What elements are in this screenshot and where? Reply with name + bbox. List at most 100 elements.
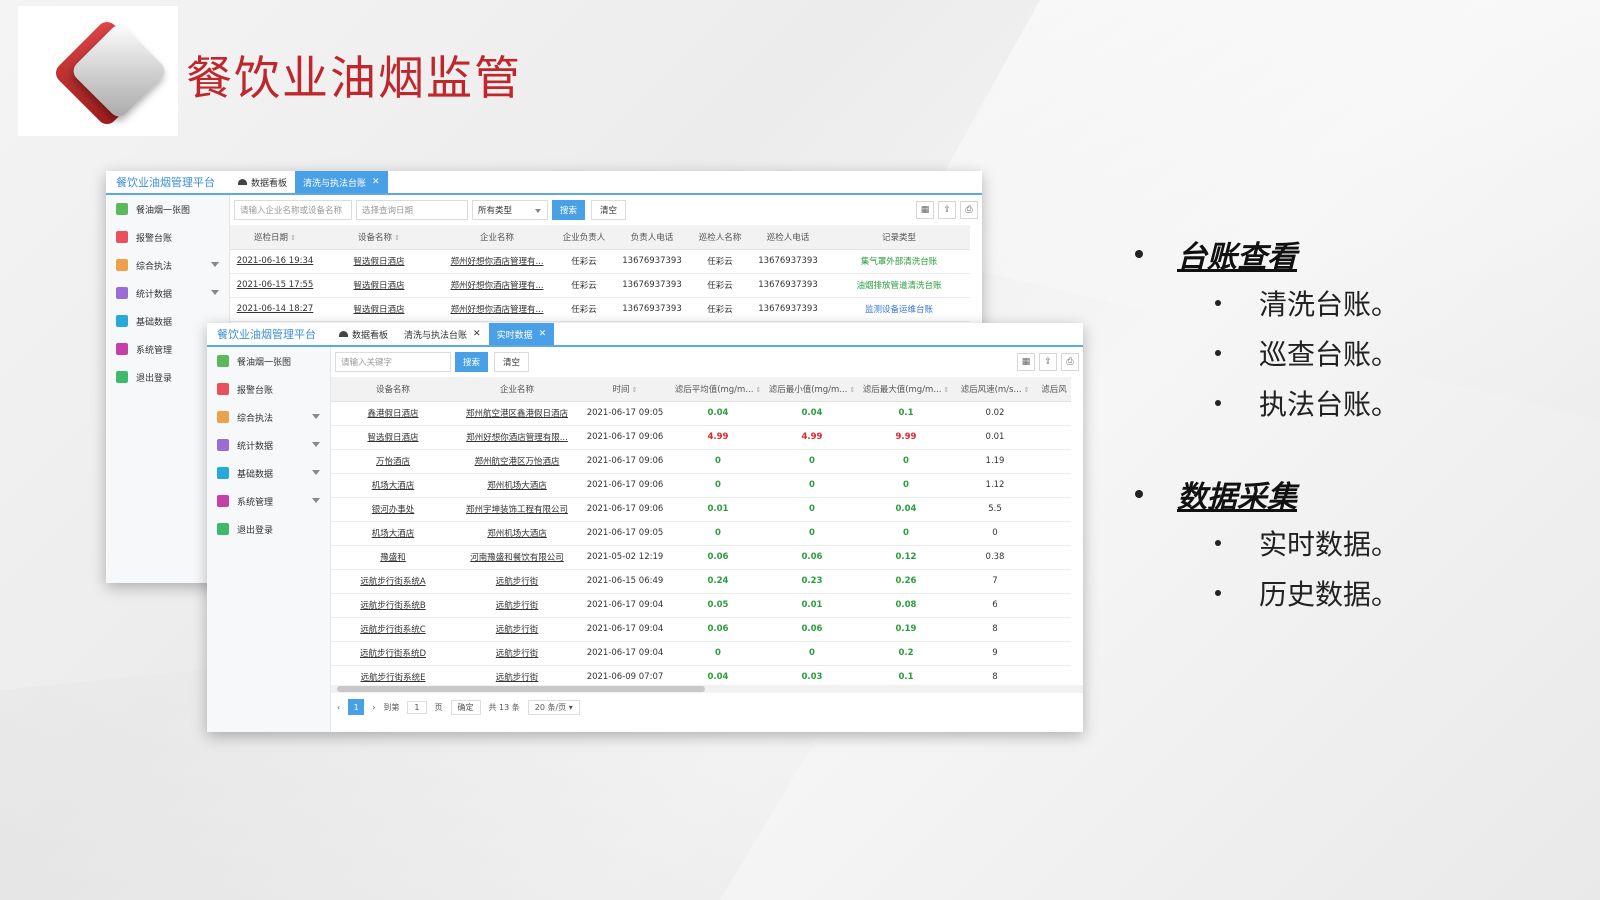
column-header[interactable]: 滤后风 bbox=[1037, 377, 1071, 402]
table-cell[interactable]: 郑州好想你酒店管理有... bbox=[438, 297, 556, 322]
export-icon[interactable]: ⇪ bbox=[938, 201, 956, 219]
table-cell[interactable]: 远航步行街 bbox=[455, 617, 579, 642]
table-cell[interactable]: 郑州好想你酒店管理有... bbox=[438, 273, 556, 298]
table-cell[interactable]: 郑州好想你酒店管理有... bbox=[438, 249, 556, 274]
table-row[interactable]: 机场大酒店 郑州机场大酒店 2021-06-17 09:05 0 0 0 0 bbox=[331, 521, 1071, 546]
platform-brand[interactable]: 餐饮业油烟管理平台 bbox=[207, 323, 331, 345]
sort-icon[interactable]: ⇕ bbox=[849, 386, 855, 394]
table-row[interactable]: 远航步行街系统C 远航步行街 2021-06-17 09:04 0.06 0.06 0.1… bbox=[331, 617, 1071, 642]
table-row[interactable]: 机场大酒店 郑州机场大酒店 2021-06-17 09:06 0 0 0 1.12 bbox=[331, 473, 1071, 498]
horizontal-scrollbar[interactable] bbox=[331, 685, 1083, 693]
export-icon[interactable]: ⇪ bbox=[1039, 353, 1057, 371]
prev-page-icon[interactable]: ‹ bbox=[337, 703, 340, 712]
table-row[interactable]: 远航步行街系统B 远航步行街 2021-06-17 09:04 0.05 0.01 0.0… bbox=[331, 593, 1071, 618]
print-icon[interactable]: ⎙ bbox=[960, 201, 978, 219]
table-cell[interactable]: 2021-06-15 17:55 bbox=[230, 273, 320, 298]
table-cell[interactable]: 万怡酒店 bbox=[331, 449, 455, 474]
table-cell[interactable]: 油烟排放管道清洗台账 bbox=[828, 273, 970, 298]
table-cell[interactable]: 远航步行街 bbox=[455, 569, 579, 594]
table-row[interactable]: 远航步行街系统A 远航步行街 2021-06-15 06:49 0.24 0.23 0.2… bbox=[331, 569, 1071, 594]
page-size-select[interactable]: 20 条/页 ▾ bbox=[527, 699, 580, 715]
table-cell[interactable]: 监测设备运维台账 bbox=[828, 297, 970, 322]
sidebar-item[interactable]: 报警台账 bbox=[207, 375, 330, 403]
column-header[interactable]: 负责人电话 bbox=[612, 225, 692, 250]
close-icon[interactable]: ✕ bbox=[539, 329, 547, 339]
table-row[interactable]: 2021-06-14 18:27 智选假日酒店 郑州好想你酒店管理有... 任彩云 13… bbox=[230, 297, 970, 322]
column-header[interactable]: 记录类型 bbox=[828, 225, 970, 250]
confirm-page-button[interactable]: 确定 bbox=[450, 699, 481, 715]
sidebar-item[interactable]: 餐油烟一张图 bbox=[106, 195, 229, 223]
table-cell[interactable]: 智选假日酒店 bbox=[320, 273, 438, 298]
table-cell[interactable]: 郑州机场大酒店 bbox=[455, 521, 579, 546]
sort-icon[interactable]: ⇕ bbox=[290, 234, 296, 242]
table-cell[interactable]: 郑州航空港区鑫港假日酒店 bbox=[455, 401, 579, 426]
table-cell[interactable]: 机场大酒店 bbox=[331, 521, 455, 546]
column-header[interactable]: 滤后最小值(mg/m... ⇕ bbox=[765, 377, 859, 402]
column-header[interactable]: 设备名称 ⇕ bbox=[320, 225, 438, 250]
tab-ledger[interactable]: 清洗与执法台账 ✕ bbox=[295, 171, 388, 193]
page-current[interactable]: 1 bbox=[348, 699, 365, 715]
print-icon[interactable]: ⎙ bbox=[1061, 353, 1079, 371]
table-row[interactable]: 2021-06-15 17:55 智选假日酒店 郑州好想你酒店管理有... 任彩云 13… bbox=[230, 273, 970, 298]
page-number-input[interactable]: 1 bbox=[407, 700, 427, 714]
table-cell[interactable]: 豫盛和 bbox=[331, 545, 455, 570]
table-cell[interactable]: 郑州好想你酒店管理有限... bbox=[455, 425, 579, 450]
column-header[interactable]: 巡检日期 ⇕ bbox=[230, 225, 320, 250]
company-search-input[interactable]: 请输入企业名称或设备名称 bbox=[234, 200, 352, 220]
columns-icon[interactable]: ▦ bbox=[916, 201, 934, 219]
table-cell[interactable]: 河南豫盛和餐饮有限公司 bbox=[455, 545, 579, 570]
table-cell[interactable]: 远航步行街 bbox=[455, 641, 579, 666]
table-cell[interactable]: 集气罩外部清洗台账 bbox=[828, 249, 970, 274]
table-cell[interactable]: 郑州机场大酒店 bbox=[455, 473, 579, 498]
columns-icon[interactable]: ▦ bbox=[1017, 353, 1035, 371]
sidebar-item[interactable]: 统计数据 bbox=[207, 431, 330, 459]
table-row[interactable]: 鑫港假日酒店 郑州航空港区鑫港假日酒店 2021-06-17 09:05 0.04 0.… bbox=[331, 401, 1071, 426]
sidebar-item[interactable]: 退出登录 bbox=[207, 515, 330, 543]
table-cell[interactable]: 智选假日酒店 bbox=[320, 297, 438, 322]
table-cell[interactable]: 远航步行街系统C bbox=[331, 617, 455, 642]
sidebar-item[interactable]: 综合执法 bbox=[106, 251, 229, 279]
column-header[interactable]: 滤后风速(m/s... ⇕ bbox=[953, 377, 1037, 402]
search-button[interactable]: 搜索 bbox=[552, 200, 586, 220]
column-header[interactable]: 设备名称 bbox=[331, 377, 455, 402]
type-select[interactable]: 所有类型 bbox=[472, 200, 548, 220]
search-button[interactable]: 搜索 bbox=[455, 352, 489, 372]
table-cell[interactable]: 郑州宇坤装饰工程有限公司 bbox=[455, 497, 579, 522]
table-cell[interactable]: 智选假日酒店 bbox=[331, 425, 455, 450]
table-cell[interactable]: 鑫港假日酒店 bbox=[331, 401, 455, 426]
sidebar-item[interactable]: 统计数据 bbox=[106, 279, 229, 307]
close-icon[interactable]: ✕ bbox=[372, 177, 380, 187]
table-row[interactable]: 豫盛和 河南豫盛和餐饮有限公司 2021-05-02 12:19 0.06 0.06 0.… bbox=[331, 545, 1071, 570]
column-header[interactable]: 滤后平均值(mg/m... ⇕ bbox=[671, 377, 765, 402]
sort-icon[interactable]: ⇕ bbox=[755, 386, 761, 394]
next-page-icon[interactable]: › bbox=[372, 703, 375, 712]
keyword-search-input[interactable]: 请输入关键字 bbox=[335, 352, 451, 372]
table-cell[interactable]: 郑州航空港区万怡酒店 bbox=[455, 449, 579, 474]
table-cell[interactable]: 智选假日酒店 bbox=[320, 249, 438, 274]
platform-brand[interactable]: 餐饮业油烟管理平台 bbox=[106, 171, 230, 193]
tab-ledger[interactable]: 清洗与执法台账 ✕ bbox=[396, 323, 489, 345]
column-header[interactable]: 巡检人名称 bbox=[692, 225, 748, 250]
table-cell[interactable]: 2021-06-14 18:27 bbox=[230, 297, 320, 322]
sidebar-item[interactable]: 综合执法 bbox=[207, 403, 330, 431]
sidebar-item[interactable]: 系统管理 bbox=[207, 487, 330, 515]
close-icon[interactable]: ✕ bbox=[473, 329, 481, 339]
scrollbar-thumb[interactable] bbox=[337, 686, 705, 692]
column-header[interactable]: 企业名称 bbox=[455, 377, 579, 402]
table-row[interactable]: 智选假日酒店 郑州好想你酒店管理有限... 2021-06-17 09:06 4.99… bbox=[331, 425, 1071, 450]
table-cell[interactable]: 机场大酒店 bbox=[331, 473, 455, 498]
sort-icon[interactable]: ⇕ bbox=[1024, 386, 1030, 394]
sidebar-item[interactable]: 基础数据 bbox=[207, 459, 330, 487]
table-cell[interactable]: 远航步行街系统A bbox=[331, 569, 455, 594]
column-header[interactable]: 滤后最大值(mg/m... ⇕ bbox=[859, 377, 953, 402]
clear-button[interactable]: 清空 bbox=[591, 200, 627, 220]
table-row[interactable]: 远航步行街系统D 远航步行街 2021-06-17 09:04 0 0 0.2 9 bbox=[331, 641, 1071, 666]
table-cell[interactable]: 远航步行街系统B bbox=[331, 593, 455, 618]
column-header[interactable]: 企业名称 bbox=[438, 225, 556, 250]
sort-icon[interactable]: ⇕ bbox=[632, 386, 638, 394]
column-header[interactable]: 巡检人电话 bbox=[748, 225, 828, 250]
tab-dashboard[interactable]: 数据看板 bbox=[230, 171, 295, 193]
table-cell[interactable]: 2021-06-16 19:34 bbox=[230, 249, 320, 274]
date-picker-input[interactable]: 选择查询日期 bbox=[356, 200, 468, 220]
sort-icon[interactable]: ⇕ bbox=[943, 386, 949, 394]
